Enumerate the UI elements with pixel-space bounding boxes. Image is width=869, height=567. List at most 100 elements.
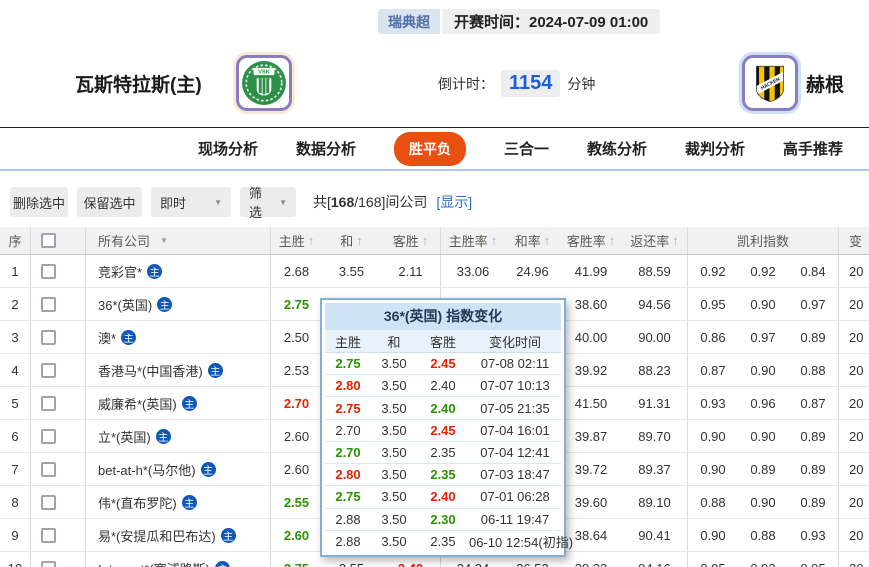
mainstream-badge-icon: 主 [157,297,172,312]
row-checkbox[interactable] [41,561,56,567]
header-company[interactable]: 所有公司 ▼ [85,227,270,254]
kelly-value: 0.88 [750,528,775,543]
popup-home-odds: 2.88 [325,512,371,527]
return-rate: 89.10 [622,486,687,518]
company-cell[interactable]: 竞彩官*主 [85,255,270,287]
company-cell[interactable]: 易*(安提瓜和巴布达)主 [85,519,270,551]
table-row[interactable]: 1竞彩官*主2.683.552.1133.0624.9641.9988.590.… [0,255,869,288]
odds-change-row: 2.883.502.3506-10 12:54(初指) [325,531,561,552]
row-checkbox[interactable] [41,363,56,378]
return-rate: 89.70 [622,420,687,452]
tab-live-analysis[interactable]: 现场分析 [198,138,258,159]
row-checkbox[interactable] [41,429,56,444]
return-rate: 90.41 [622,519,687,551]
popup-home-odds: 2.75 [325,401,371,416]
popup-header-time: 变化时间 [469,332,561,351]
filter-select[interactable]: 筛选 ▼ [240,187,296,217]
tab-referee-analysis[interactable]: 裁判分析 [685,138,745,159]
company-cell[interactable]: 伟*(直布罗陀)主 [85,486,270,518]
popup-draw-odds: 3.50 [371,445,417,460]
home-odds: 2.60 [270,519,322,551]
row-checkbox[interactable] [41,528,56,543]
popup-home-odds: 2.75 [325,356,371,371]
company-name: bet-at-h*(马尔他) [98,460,196,479]
company-name: 威廉希*(英国) [98,394,177,413]
popup-header-draw: 和 [371,332,417,351]
company-name: 香港马*(中国香港) [98,361,203,380]
row-checkbox[interactable] [41,396,56,411]
header-draw-rate[interactable]: 和率↑ [505,227,560,254]
company-cell[interactable]: 立*(英国)主 [85,420,270,452]
company-cell[interactable]: Interwet*(塞浦路斯)主 [85,552,270,567]
header-draw-odds[interactable]: 和↑ [322,227,381,254]
header-home-odds[interactable]: 主胜↑ [270,227,322,254]
away-rate: 38.60 [560,288,622,320]
header-return-rate[interactable]: 返还率↑ [622,227,687,254]
show-link[interactable]: [显示] [436,192,472,212]
tab-data-analysis[interactable]: 数据分析 [296,138,356,159]
select-all-checkbox[interactable] [41,233,56,248]
row-checkbox-cell [30,321,85,353]
mainstream-badge-icon: 主 [121,330,136,345]
away-rate: 39.72 [560,453,622,485]
popup-draw-odds: 3.50 [371,489,417,504]
odds-mode-select[interactable]: 即时 ▼ [151,187,231,217]
league-badge[interactable]: 瑞典超 [378,9,440,34]
sort-up-icon: ↑ [609,233,616,248]
change-time: 20 [838,519,869,551]
odds-comparison-page: 瑞典超 开赛时间：2024-07-09 01:00 瓦斯特拉斯(主) VSK 倒… [0,0,869,567]
kelly-value: 0.97 [750,330,775,345]
kelly-cell: 0.920.920.84 [687,255,838,287]
popup-away-odds: 2.40 [417,489,469,504]
header-company-label: 所有公司 [98,231,150,250]
tab-coach-analysis[interactable]: 教练分析 [587,138,647,159]
tab-win-draw-lose[interactable]: 胜平负 [394,132,466,166]
kelly-value: 0.90 [750,297,775,312]
company-name: 36*(英国) [98,295,152,314]
kelly-cell: 0.870.900.88 [687,354,838,386]
popup-draw-odds: 3.50 [371,423,417,438]
row-checkbox[interactable] [41,297,56,312]
keep-selected-button[interactable]: 保留选中 [77,187,142,217]
home-team-name: 瓦斯特拉斯(主) [75,70,202,97]
row-index: 7 [0,453,30,485]
mainstream-badge-icon: 主 [182,396,197,411]
company-cell[interactable]: bet-at-h*(马尔他)主 [85,453,270,485]
tab-three-in-one[interactable]: 三合一 [504,138,549,159]
home-odds: 2.53 [270,354,322,386]
count-prefix: 共[ [313,194,331,210]
change-time: 20 [838,552,869,567]
away-logo-frame: HÄCKEN [742,55,798,111]
change-time: 20 [838,288,869,320]
odds-change-row: 2.753.502.4007-05 21:35 [325,397,561,419]
company-cell[interactable]: 香港马*(中国香港)主 [85,354,270,386]
popup-away-odds: 2.35 [417,445,469,460]
kelly-value: 0.95 [700,297,725,312]
odds-change-row: 2.703.502.3507-04 12:41 [325,442,561,464]
company-cell[interactable]: 澳*主 [85,321,270,353]
row-checkbox[interactable] [41,330,56,345]
row-checkbox[interactable] [41,264,56,279]
header-away-odds[interactable]: 客胜↑ [381,227,440,254]
header-away-rate[interactable]: 客胜率↑ [560,227,622,254]
popup-change-time: 07-04 16:01 [469,423,561,438]
kelly-value: 0.95 [800,561,825,567]
kelly-cell: 0.900.890.89 [687,453,838,485]
odds-change-popup: 36*(英国) 指数变化 主胜 和 客胜 变化时间 2.753.502.4507… [320,298,566,557]
popup-home-odds: 2.80 [325,378,371,393]
row-index: 6 [0,420,30,452]
delete-selected-button[interactable]: 删除选中 [10,187,68,217]
home-odds: 2.55 [270,486,322,518]
company-cell[interactable]: 36*(英国) 主 [85,288,270,320]
company-cell[interactable]: 威廉希*(英国) 主 [85,387,270,419]
row-checkbox[interactable] [41,495,56,510]
popup-home-odds: 2.75 [325,489,371,504]
row-checkbox[interactable] [41,462,56,477]
away-rate: 39.23 [560,552,622,567]
header-home-rate[interactable]: 主胜率↑ [440,227,505,254]
odds-change-row: 2.753.502.4507-08 02:11 [325,353,561,375]
home-odds: 2.70 [270,387,322,419]
tab-expert-picks[interactable]: 高手推荐 [783,138,843,159]
kelly-value: 0.88 [700,495,725,510]
change-time: 20 [838,420,869,452]
